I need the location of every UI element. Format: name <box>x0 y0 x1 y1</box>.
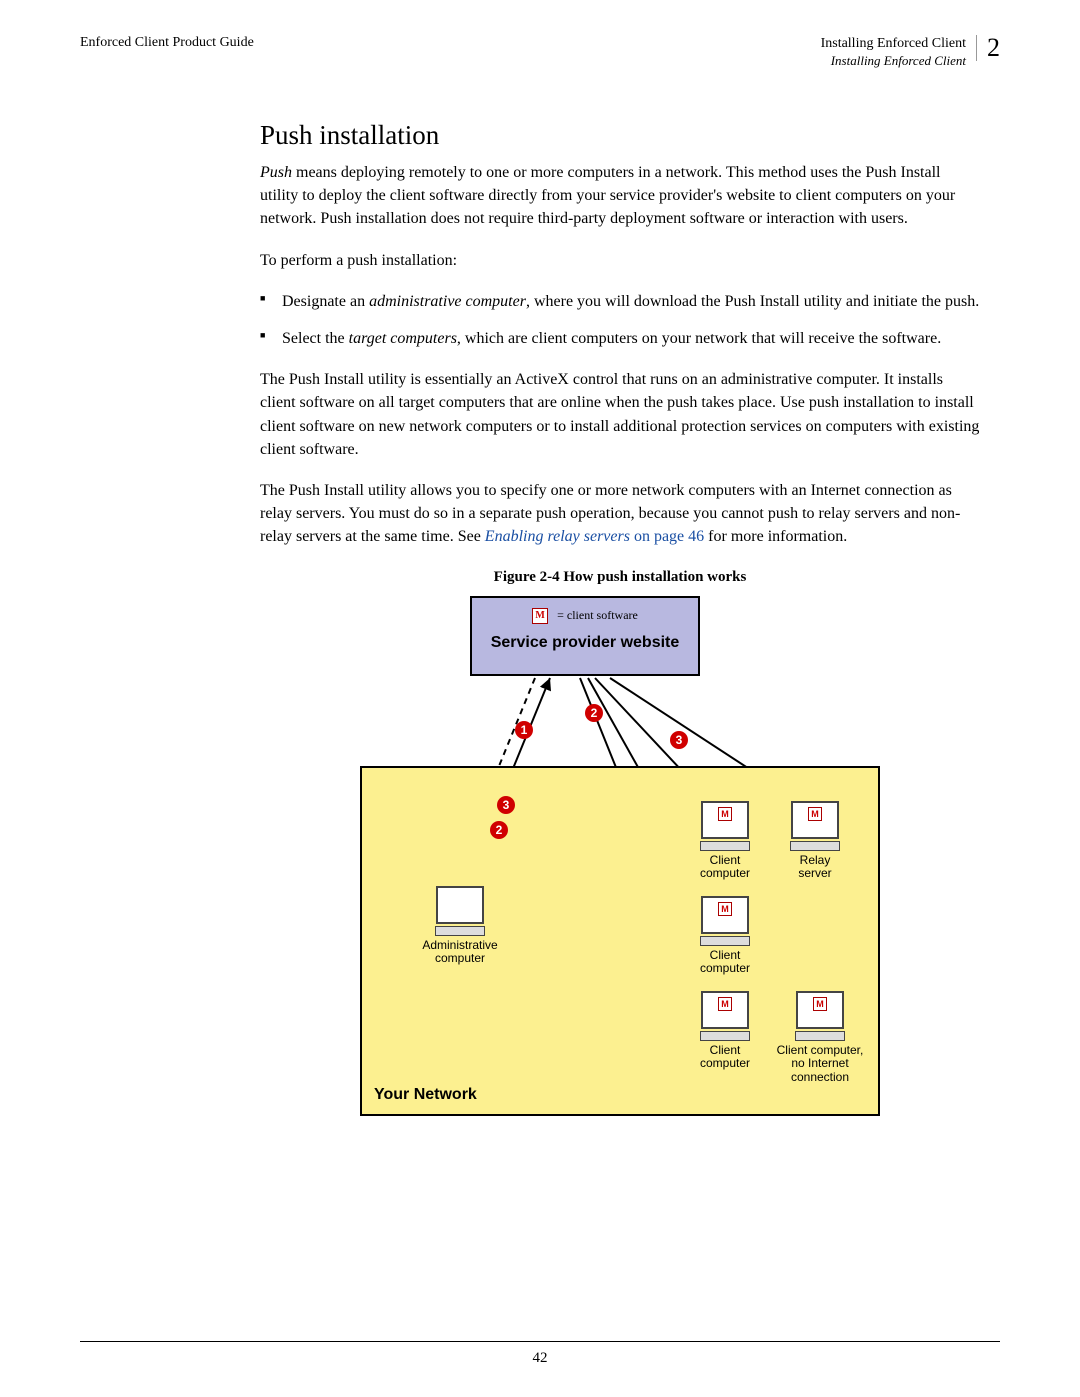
client-computer-node: M Client computer <box>690 801 760 882</box>
client-computer-node: M Client computer <box>690 991 760 1072</box>
pc-base-icon <box>790 841 840 851</box>
bullet-text: , which are client computers on your net… <box>457 330 941 347</box>
step-badge-1: 1 <box>515 721 533 739</box>
pc-base-icon <box>700 936 750 946</box>
chapter-number: 2 <box>976 35 1000 61</box>
header-right-title: Installing Enforced Client <box>821 35 966 53</box>
legend-text: = client software <box>557 608 638 622</box>
node-label: Client computer <box>690 1044 760 1072</box>
list-item: Designate an administrative computer, wh… <box>260 290 980 313</box>
legend: M = client software <box>472 608 698 624</box>
header-right-subtitle: Installing Enforced Client <box>821 53 966 70</box>
node-label: Client computer, no Internet connection <box>765 1044 875 1085</box>
perform-intro: To perform a push installation: <box>260 249 980 272</box>
bullet-text: Select the <box>282 330 349 347</box>
pc-base-icon <box>795 1031 845 1041</box>
service-provider-box: M = client software Service provider web… <box>470 596 700 676</box>
node-label: Relay server <box>780 854 850 882</box>
page: Enforced Client Product Guide Installing… <box>0 0 1080 1397</box>
node-label: Client computer <box>690 854 760 882</box>
header-left: Enforced Client Product Guide <box>80 35 254 51</box>
pc-base-icon <box>700 1031 750 1041</box>
page-header: Enforced Client Product Guide Installing… <box>80 35 1000 70</box>
pc-base-icon <box>700 841 750 851</box>
monitor-icon: M <box>701 991 749 1029</box>
step-badge-3b: 3 <box>497 796 515 814</box>
monitor-icon <box>436 886 484 924</box>
footer-rule <box>80 1341 1000 1342</box>
monitor-icon: M <box>701 801 749 839</box>
your-network-title: Your Network <box>374 1086 477 1104</box>
activex-paragraph: The Push Install utility is essentially … <box>260 368 980 461</box>
bullet-text: Designate an <box>282 293 369 310</box>
push-term: Push <box>260 164 292 181</box>
node-label: Administrative computer <box>410 939 510 967</box>
step-badge-2b: 2 <box>490 821 508 839</box>
bullet-em: administrative computer <box>369 293 526 310</box>
header-right: Installing Enforced Client Installing En… <box>821 35 1000 70</box>
figure-caption: Figure 2-4 How push installation works <box>260 569 980 586</box>
page-number: 42 <box>0 1350 1080 1367</box>
intro-paragraph: Push means deploying remotely to one or … <box>260 161 980 231</box>
client-computer-node: M Client computer <box>690 896 760 977</box>
push-install-diagram: M = client software Service provider web… <box>360 596 880 1136</box>
content-area: Push installation Push means deploying r… <box>260 120 980 1135</box>
client-software-icon: M <box>718 807 732 821</box>
diagram-container: M = client software Service provider web… <box>260 596 980 1136</box>
relay-paragraph: The Push Install utility allows you to s… <box>260 479 980 549</box>
bullet-em: target computers <box>349 330 457 347</box>
bullet-text: , where you will download the Push Insta… <box>526 293 979 310</box>
monitor-icon: M <box>791 801 839 839</box>
relay-text-b: for more information. <box>704 528 847 545</box>
no-internet-node: M Client computer, no Internet connectio… <box>765 991 875 1085</box>
node-label: Client computer <box>690 949 760 977</box>
client-software-icon: M <box>808 807 822 821</box>
admin-computer-node: Administrative computer <box>410 886 510 967</box>
monitor-icon: M <box>796 991 844 1029</box>
step-badge-2: 2 <box>585 704 603 722</box>
enabling-relay-link[interactable]: Enabling relay servers on page 46 <box>485 528 704 545</box>
steps-list: Designate an administrative computer, wh… <box>260 290 980 350</box>
section-heading: Push installation <box>260 120 980 151</box>
intro-text: means deploying remotely to one or more … <box>260 164 955 227</box>
pc-base-icon <box>435 926 485 936</box>
client-software-icon: M <box>532 608 548 624</box>
list-item: Select the target computers, which are c… <box>260 327 980 350</box>
client-software-icon: M <box>718 902 732 916</box>
client-software-icon: M <box>813 997 827 1011</box>
step-badge-3: 3 <box>670 731 688 749</box>
spw-title: Service provider website <box>472 634 698 652</box>
relay-server-node: M Relay server <box>780 801 850 882</box>
client-software-icon: M <box>718 997 732 1011</box>
monitor-icon: M <box>701 896 749 934</box>
